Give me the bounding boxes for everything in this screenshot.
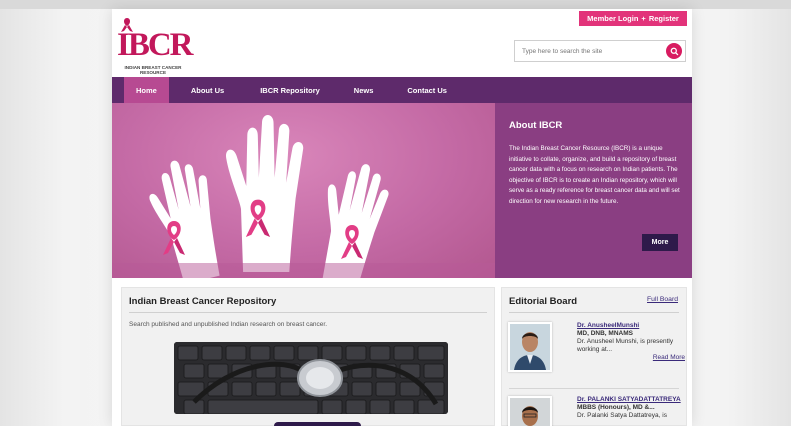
repository-title: Indian Breast Cancer Repository [129, 296, 277, 307]
hero-banner: About IBCR The Indian Breast Cancer Reso… [112, 103, 692, 278]
member-name[interactable]: Dr. AnusheelMunshi [577, 322, 685, 330]
keyboard-stethoscope-image [174, 342, 448, 414]
member-blurb: Dr. Palanki Satya Dattatreya, is [577, 412, 667, 419]
repository-description: Search published and unpublished Indian … [129, 321, 328, 328]
member-info: Dr. AnusheelMunshi MD, DNB, MNAMS Dr. An… [577, 322, 685, 362]
divider [509, 388, 679, 389]
repository-section: Indian Breast Cancer Repository Search p… [121, 287, 495, 426]
about-ibcr-panel: About IBCR The Indian Breast Cancer Reso… [495, 103, 692, 278]
main-navigation: Home About Us IBCR Repository News Conta… [112, 77, 692, 103]
member-info: Dr. PALANKI SATYADATTATREYA MBBS (Honour… [577, 396, 685, 420]
nav-about-us[interactable]: About Us [169, 77, 236, 103]
repository-search-button[interactable] [274, 422, 361, 426]
nav-ibcr-repository[interactable]: IBCR Repository [236, 77, 332, 103]
search-button[interactable] [666, 43, 682, 59]
about-text: The Indian Breast Cancer Resource (IBCR)… [509, 145, 680, 205]
editorial-board-title: Editorial Board [509, 296, 578, 307]
about-title: About IBCR [509, 120, 563, 131]
member-login-link[interactable]: Member Login [587, 14, 638, 23]
search-input[interactable] [515, 42, 666, 60]
member-name[interactable]: Dr. PALANKI SATYADATTATREYA [577, 396, 685, 404]
logo-subtitle: INDIAN BREAST CANCER RESOURCE [124, 65, 182, 75]
full-board-link[interactable]: Full Board [647, 296, 678, 303]
member-photo-palanki-satyadattatreya[interactable] [508, 396, 552, 426]
member-login-separator: + [641, 14, 646, 23]
browser-top-strip [0, 0, 791, 9]
member-degrees: MD, DNB, MNAMS [577, 330, 633, 337]
nav-news[interactable]: News [332, 77, 386, 103]
logo-wordmark: IBCR [117, 27, 194, 63]
search-icon [670, 47, 678, 55]
raised-hands-with-pink-ribbons-image [112, 115, 495, 278]
member-login-bar[interactable]: Member Login + Register [579, 11, 687, 26]
member-photo-anusheel-munshi[interactable] [508, 322, 552, 372]
website-page: Member Login + Register IBCR INDIAN BREA… [112, 9, 692, 426]
register-link[interactable]: Register [649, 14, 679, 23]
member-degrees: MBBS (Honours), MD &... [577, 404, 655, 411]
editorial-board-section: Editorial Board Full Board Dr. AnusheelM… [501, 287, 687, 426]
hero-illustration [112, 103, 495, 278]
divider [129, 312, 487, 313]
nav-contact-us[interactable]: Contact Us [385, 77, 459, 103]
more-button[interactable]: More [642, 234, 678, 251]
nav-home[interactable]: Home [124, 77, 169, 103]
ibcr-logo[interactable]: IBCR INDIAN BREAST CANCER RESOURCE [117, 17, 207, 79]
site-search [514, 40, 686, 62]
member-blurb: Dr. Anusheel Munshi, is presently workin… [577, 338, 674, 353]
divider [509, 312, 679, 313]
read-more-link[interactable]: Read More [577, 354, 685, 362]
